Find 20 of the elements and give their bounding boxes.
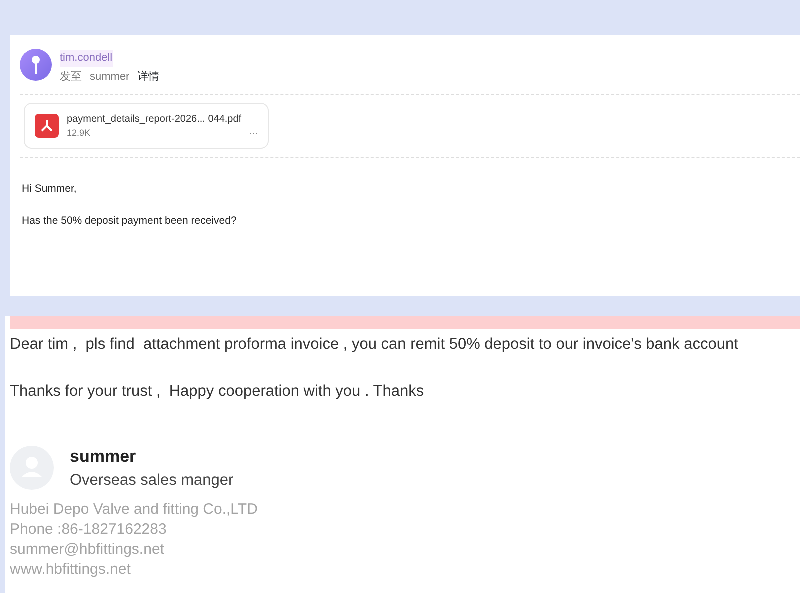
signature-line: Hubei Depo Valve and fitting Co.,LTD — [10, 500, 259, 520]
details-link[interactable]: 详情 — [138, 69, 160, 86]
sender-name: tim.condell — [60, 50, 113, 66]
attachment-card[interactable]: payment_details_report-2026... 044.pdf 12.9K ··· — [24, 102, 269, 149]
signature-name: summer — [70, 446, 138, 468]
signature-line: Phone :86-1827162283 — [10, 520, 168, 540]
recipient-name: summer — [90, 70, 130, 85]
recipient-label: 发至 — [60, 70, 82, 85]
more-button[interactable]: ··· — [249, 126, 258, 140]
signature-title: Overseas sales manger — [70, 471, 234, 491]
message-text: Thanks for your trust , Happy cooperation with you . Thanks — [10, 382, 426, 402]
message-text: Dear tim , pls find attachment proforma invoice , you can remit 50% deposit to our invoice's bank account — [10, 335, 740, 355]
pdf-icon — [35, 114, 59, 138]
attachment-name: payment_details_report-2026... 044.pdf — [67, 112, 243, 126]
message-text: Has the 50% deposit payment been received? — [22, 214, 238, 229]
attachment-size: 12.9K — [67, 126, 91, 140]
signature-line: www.hbfittings.net — [10, 560, 132, 580]
avatar-icon — [20, 49, 52, 82]
signature-line: summer@hbfittings.net — [10, 540, 166, 560]
message-text: Hi Summer, — [22, 182, 78, 197]
